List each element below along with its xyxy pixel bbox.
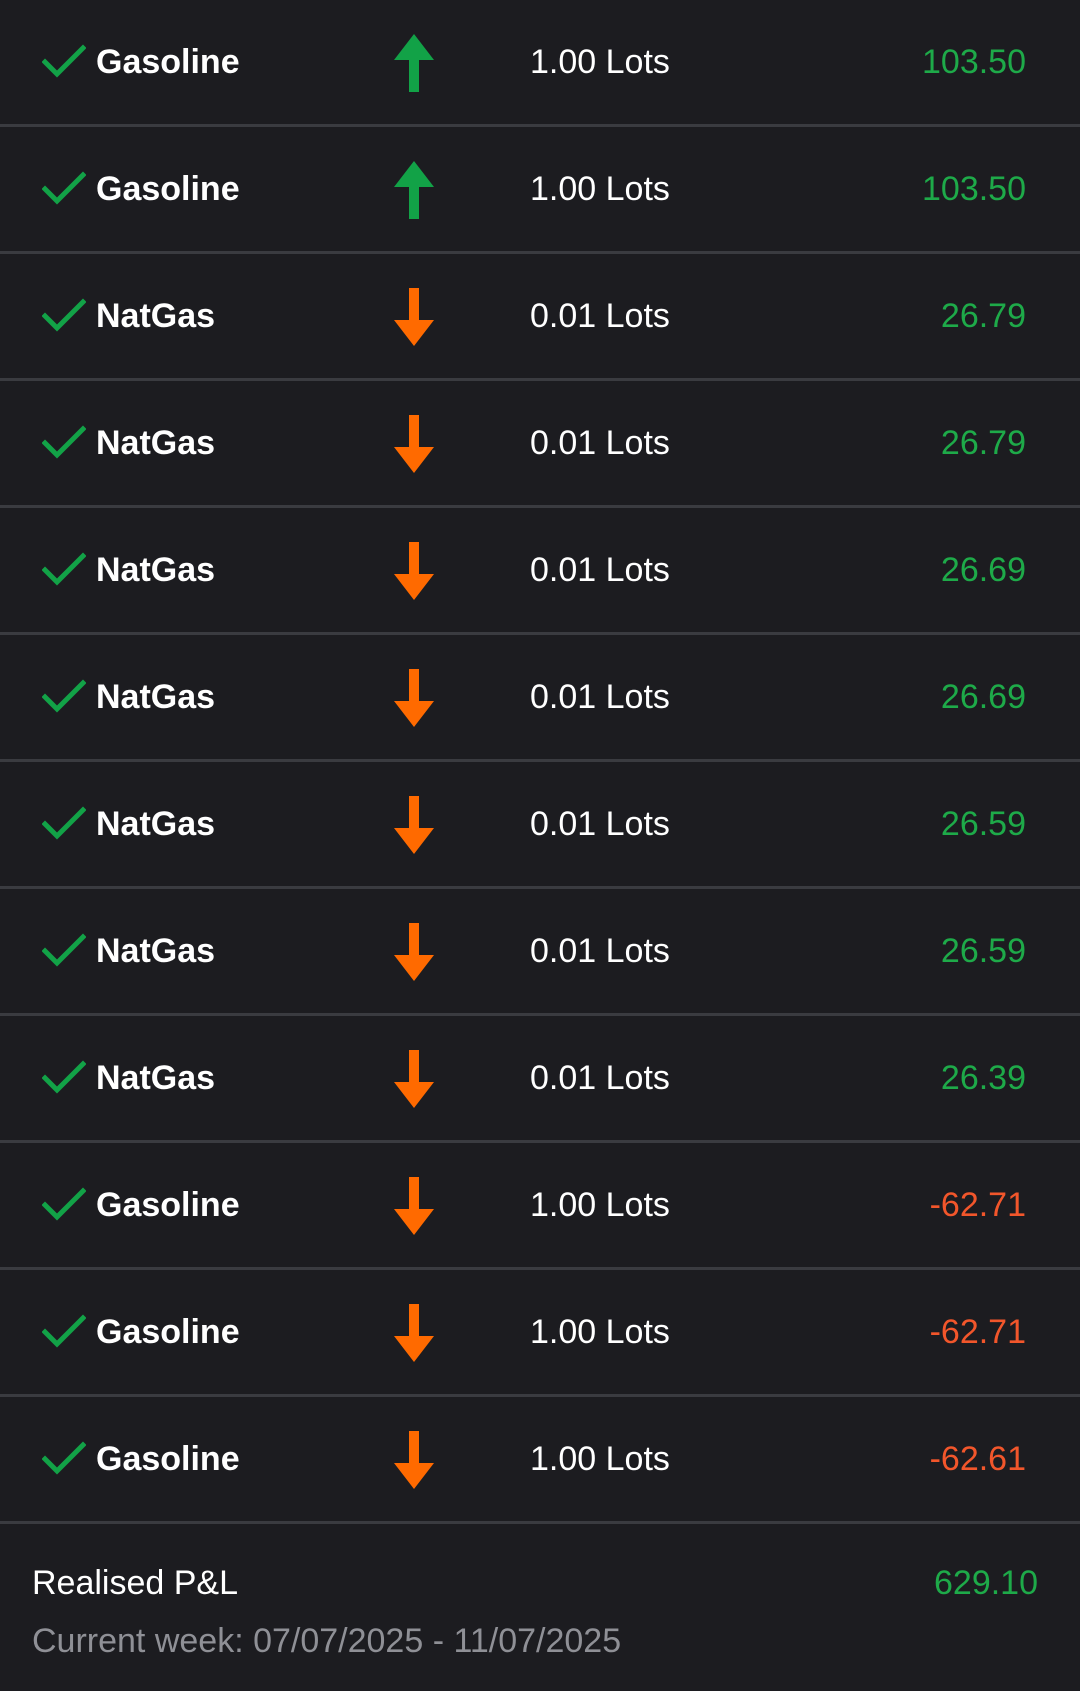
realised-pnl-summary: Realised P&L 629.10 Current week: 07/07/… <box>0 1524 1080 1691</box>
trade-volume: 1.00 Lots <box>530 43 670 81</box>
trade-volume: 0.01 Lots <box>530 1059 670 1097</box>
check-icon <box>42 679 86 713</box>
check-icon <box>42 1060 86 1094</box>
trade-volume: 1.00 Lots <box>530 170 670 208</box>
trade-symbol: NatGas <box>96 678 216 716</box>
arrow-up-icon <box>394 34 434 92</box>
trade-row[interactable]: NatGas 0.01 Lots 26.39 <box>0 1016 1080 1143</box>
check-icon <box>42 1314 86 1348</box>
trade-volume: 0.01 Lots <box>530 678 670 716</box>
trade-row[interactable]: NatGas 0.01 Lots 26.69 <box>0 635 1080 762</box>
check-icon <box>42 425 86 459</box>
arrow-down-icon <box>394 288 434 346</box>
arrow-down-icon <box>394 923 434 981</box>
trade-symbol: NatGas <box>96 297 216 335</box>
arrow-down-icon <box>394 1431 434 1489</box>
arrow-up-icon <box>394 161 434 219</box>
arrow-down-icon <box>394 669 434 727</box>
trade-pnl: 26.69 <box>940 678 1026 716</box>
trade-row[interactable]: NatGas 0.01 Lots 26.69 <box>0 508 1080 635</box>
trade-row[interactable]: Gasoline 1.00 Lots -62.61 <box>0 1397 1080 1524</box>
arrow-down-icon <box>394 1177 434 1235</box>
trade-pnl: 103.50 <box>922 170 1026 208</box>
trade-history-list: Gasoline 1.00 Lots 103.50 Gasoline 1.00 … <box>0 0 1080 1524</box>
trade-symbol: NatGas <box>96 932 216 970</box>
trade-row[interactable]: Gasoline 1.00 Lots -62.71 <box>0 1143 1080 1270</box>
trade-symbol: Gasoline <box>96 1313 240 1351</box>
trade-row[interactable]: Gasoline 1.00 Lots 103.50 <box>0 127 1080 254</box>
trade-pnl: 26.79 <box>940 424 1026 462</box>
trade-row[interactable]: NatGas 0.01 Lots 26.79 <box>0 381 1080 508</box>
check-icon <box>42 44 86 78</box>
trade-volume: 0.01 Lots <box>530 424 670 462</box>
check-icon <box>42 552 86 586</box>
check-icon <box>42 171 86 205</box>
trade-pnl: 26.59 <box>940 805 1026 843</box>
trade-pnl: 103.50 <box>922 43 1026 81</box>
trade-row[interactable]: Gasoline 1.00 Lots 103.50 <box>0 0 1080 127</box>
trade-volume: 0.01 Lots <box>530 551 670 589</box>
trade-pnl: 26.69 <box>940 551 1026 589</box>
trade-volume: 0.01 Lots <box>530 932 670 970</box>
check-icon <box>42 933 86 967</box>
check-icon <box>42 1441 86 1475</box>
trade-pnl: 26.39 <box>940 1059 1026 1097</box>
trade-symbol: NatGas <box>96 805 216 843</box>
trade-pnl: 26.79 <box>940 297 1026 335</box>
trade-volume: 1.00 Lots <box>530 1440 670 1478</box>
arrow-down-icon <box>394 1304 434 1362</box>
trade-pnl: -62.71 <box>929 1313 1026 1351</box>
trade-volume: 0.01 Lots <box>530 805 670 843</box>
trade-symbol: NatGas <box>96 1059 216 1097</box>
check-icon <box>42 298 86 332</box>
trade-volume: 1.00 Lots <box>530 1186 670 1224</box>
trade-volume: 1.00 Lots <box>530 1313 670 1351</box>
trade-row[interactable]: NatGas 0.01 Lots 26.79 <box>0 254 1080 381</box>
realised-pnl-total: 629.10 <box>934 1564 1038 1602</box>
arrow-down-icon <box>394 796 434 854</box>
period-range: Current week: 07/07/2025 - 11/07/2025 <box>32 1622 622 1660</box>
trade-row[interactable]: NatGas 0.01 Lots 26.59 <box>0 762 1080 889</box>
trade-pnl: -62.71 <box>929 1186 1026 1224</box>
trade-pnl: 26.59 <box>940 932 1026 970</box>
trade-symbol: NatGas <box>96 424 216 462</box>
check-icon <box>42 1187 86 1221</box>
trade-row[interactable]: NatGas 0.01 Lots 26.59 <box>0 889 1080 1016</box>
arrow-down-icon <box>394 542 434 600</box>
trade-pnl: -62.61 <box>929 1440 1026 1478</box>
trade-row[interactable]: Gasoline 1.00 Lots -62.71 <box>0 1270 1080 1397</box>
realised-pnl-label: Realised P&L <box>32 1564 239 1602</box>
trade-symbol: Gasoline <box>96 1186 240 1224</box>
trade-symbol: Gasoline <box>96 170 240 208</box>
trade-symbol: NatGas <box>96 551 216 589</box>
check-icon <box>42 806 86 840</box>
trade-symbol: Gasoline <box>96 43 240 81</box>
arrow-down-icon <box>394 1050 434 1108</box>
trade-volume: 0.01 Lots <box>530 297 670 335</box>
trade-symbol: Gasoline <box>96 1440 240 1478</box>
arrow-down-icon <box>394 415 434 473</box>
